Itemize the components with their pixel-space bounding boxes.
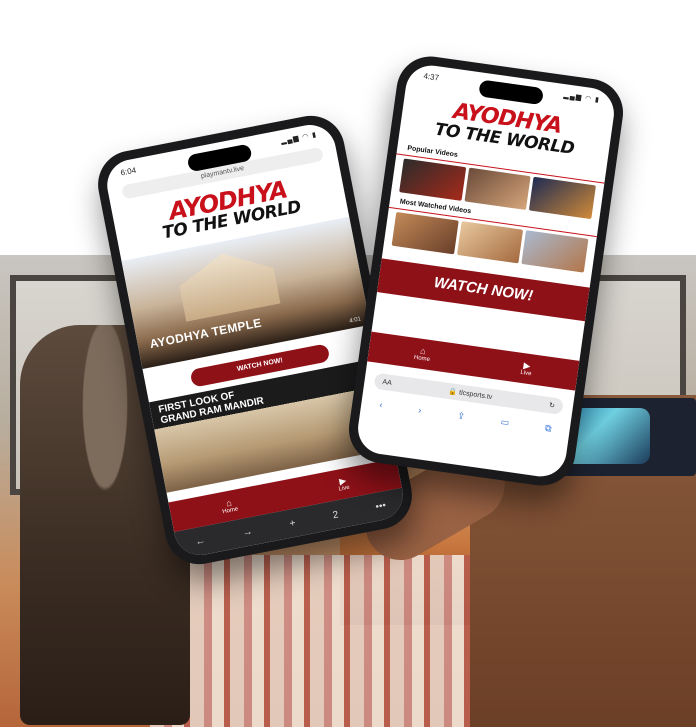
reload-icon[interactable]: ↻ (549, 401, 556, 410)
tab-live[interactable]: ▶ Live (336, 475, 351, 493)
tab-live-label: Live (338, 484, 351, 493)
tab-live-label: Live (519, 369, 532, 378)
hero-duration: 4:01 (348, 316, 362, 325)
forward-icon[interactable]: › (418, 405, 422, 415)
status-time: 6:04 (119, 165, 137, 177)
tab-live[interactable]: ▶ Live (520, 360, 533, 377)
status-time: 4:37 (422, 70, 440, 83)
tabs-count-icon[interactable]: 2 (332, 509, 340, 521)
video-thumbnail[interactable] (391, 211, 459, 255)
url-text: 🔒 tlcsports.tv (448, 387, 493, 402)
video-thumbnail[interactable] (521, 230, 589, 273)
forward-icon[interactable]: → (242, 526, 254, 539)
signal-icon: ▂▄▆ ◠ ▮ (280, 131, 318, 146)
tabs-icon[interactable]: ⧉ (544, 422, 553, 434)
tab-home-label: Home (413, 354, 431, 364)
back-icon[interactable]: ← (194, 535, 206, 548)
tab-home[interactable]: ⌂ Home (414, 345, 432, 363)
text-size-icon[interactable]: AA (382, 378, 392, 386)
feature-title: FIRST LOOK OF GRAND RAM MANDIR (158, 385, 265, 426)
more-icon[interactable]: ••• (375, 500, 387, 513)
temple-image (163, 242, 292, 324)
tab-home-label: Home (221, 506, 239, 516)
signal-icon: ▂▄▆ ◠ ▮ (563, 92, 601, 105)
tab-home[interactable]: ⌂ Home (220, 497, 239, 516)
video-thumbnail[interactable] (456, 221, 524, 264)
phone-right-screen: 4:37 ▂▄▆ ◠ ▮ AYODHYA TO THE WORLD Popula… (354, 62, 618, 480)
share-icon[interactable]: ⇪ (457, 410, 466, 422)
bookmarks-icon[interactable]: ▭ (500, 416, 510, 428)
new-tab-icon[interactable]: + (289, 517, 297, 529)
hero-caption: AYODHYA TEMPLE (148, 315, 263, 352)
back-icon[interactable]: ‹ (379, 400, 383, 410)
